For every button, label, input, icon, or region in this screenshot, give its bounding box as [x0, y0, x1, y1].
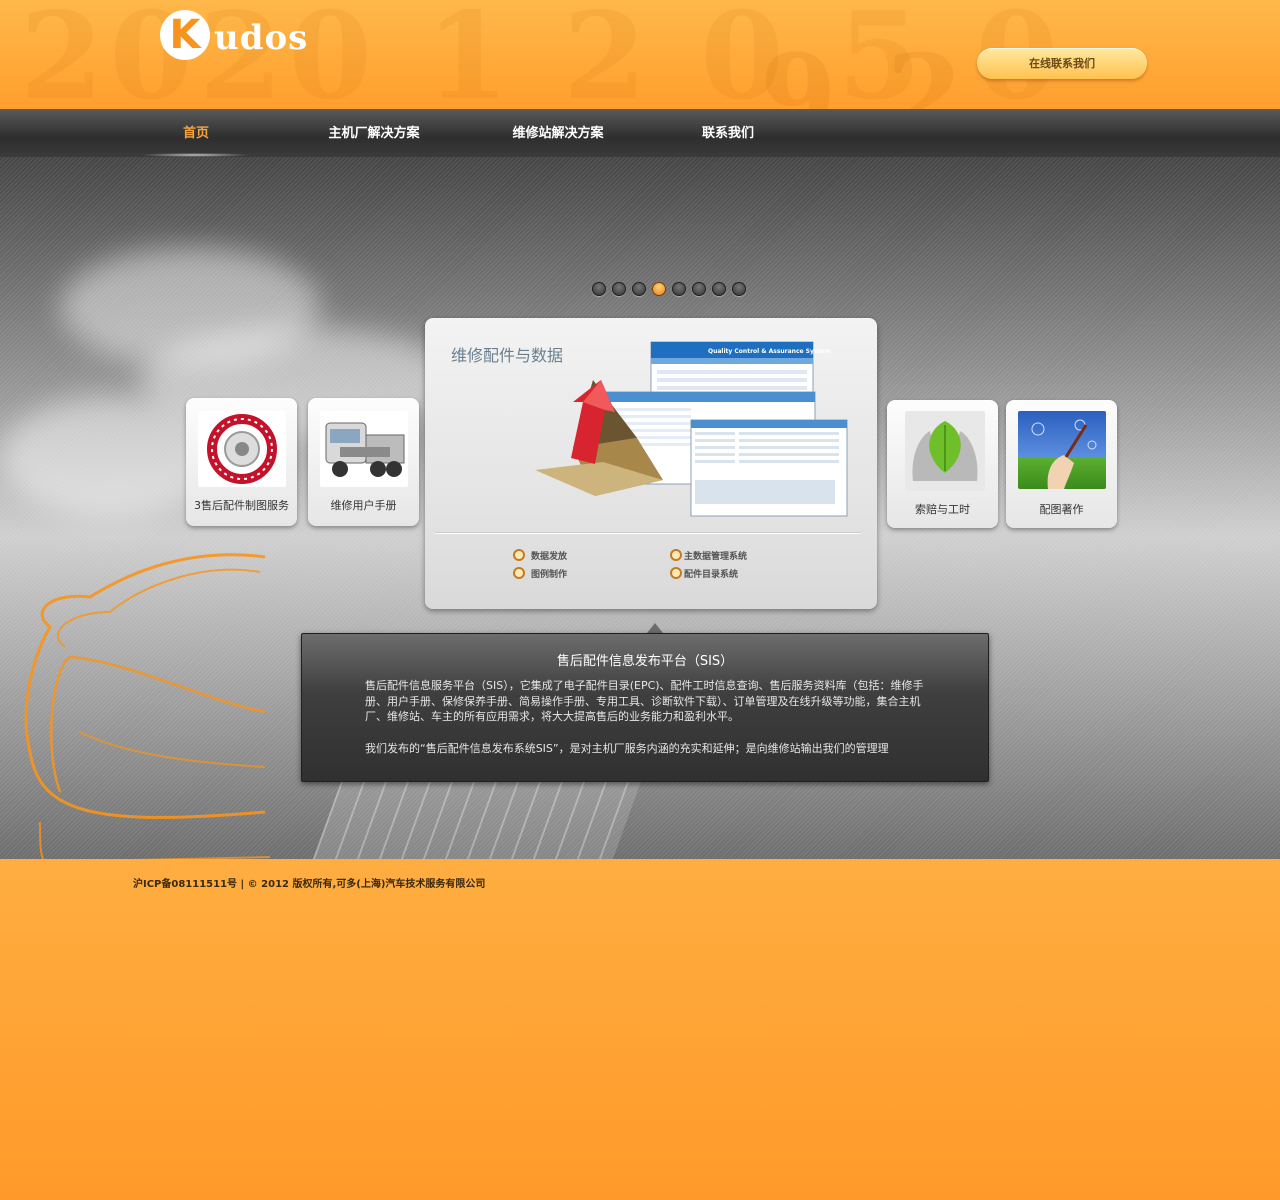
slider-dot[interactable] — [712, 282, 726, 296]
bullet-ring-icon — [670, 567, 682, 579]
main-nav: 首页 主机厂解决方案 维修站解决方案 联系我们 — [0, 109, 1280, 158]
hand-pen-image — [1018, 411, 1106, 489]
slider-dot[interactable] — [672, 282, 686, 296]
card-label: 3售后配件制图服务 — [194, 499, 289, 512]
slider-dot[interactable] — [592, 282, 606, 296]
gear-parts-image — [198, 411, 286, 487]
nav-item-repair-station-solutions[interactable]: 维修站解决方案 — [497, 109, 619, 157]
bullet-ring-icon — [513, 567, 525, 579]
screenshot-caption: Quality Control & Assurance System — [708, 348, 831, 355]
card-repair-user-manual[interactable]: 维修用户手册 — [308, 398, 419, 526]
card-parts-drawing-service[interactable]: 3售后配件制图服务 — [186, 398, 297, 526]
contact-us-online-button[interactable]: 在线联系我们 — [977, 48, 1147, 79]
tooltip-paragraph-1: 售后配件信息服务平台（SIS），它集成了电子配件目录(EPC)、配件工时信息查询… — [365, 679, 924, 723]
tooltip-paragraph-2: 我们发布的“售后配件信息发布系统SIS”，是对主机厂服务内涵的充实和延伸；是向维… — [365, 742, 889, 755]
link-label: 主数据管理系统 — [684, 552, 748, 562]
logo-k-icon: K — [160, 10, 210, 60]
kudos-logo[interactable]: K udos — [160, 10, 310, 62]
truck-cutaway-image — [320, 411, 408, 487]
link-master-data-system[interactable]: 主数据管理系统 — [670, 549, 747, 562]
link-label: 配件目录系统 — [684, 570, 739, 580]
info-tooltip: 售后配件信息发布平台（SIS） 售后配件信息服务平台（SIS），它集成了电子配件… — [301, 633, 989, 782]
tooltip-title: 售后配件信息发布平台（SIS） — [556, 654, 734, 669]
card-label: 维修用户手册 — [330, 499, 397, 512]
link-label: 数据发放 — [531, 552, 568, 562]
card-claims-and-labor-hours[interactable]: 索赔与工时 — [887, 400, 998, 528]
card-label: 配图著作 — [1039, 503, 1084, 516]
footer-copyright: 沪ICP备08111511号 | © 2012 版权所有,可多(上海)汽车技术服… — [133, 879, 486, 890]
slider-dot[interactable] — [732, 282, 746, 296]
tooltip-arrow — [647, 623, 663, 633]
car-outline-icon — [24, 553, 271, 859]
logo-text: udos — [214, 18, 309, 58]
header-decoration-2: 9 2 — [760, 30, 970, 109]
slider-dot-active[interactable] — [652, 282, 666, 296]
hands-leaf-image — [905, 411, 985, 491]
link-data-distribution[interactable]: 数据发放 — [513, 549, 567, 562]
slider-dot[interactable] — [632, 282, 646, 296]
bullet-ring-icon — [513, 549, 525, 561]
slider-dot[interactable] — [612, 282, 626, 296]
card-label: 索赔与工时 — [915, 503, 970, 516]
software-screenshots-image: Quality Control & Assurance System — [535, 341, 848, 517]
header: 2020 1 2 0 5 0 9 2 K udos 在线联系我们 — [0, 0, 1280, 109]
slider-dot[interactable] — [692, 282, 706, 296]
link-label: 图例制作 — [531, 570, 568, 580]
featured-panel: 维修配件与数据 Quality Control & Assurance Syst… — [425, 318, 877, 609]
link-parts-catalog-system[interactable]: 配件目录系统 — [670, 567, 738, 580]
bullet-ring-icon — [670, 549, 682, 561]
nav-item-contact-us[interactable]: 联系我们 — [688, 109, 768, 157]
panel-divider — [435, 532, 861, 534]
nav-item-oem-solutions[interactable]: 主机厂解决方案 — [313, 109, 435, 157]
link-illustration-making[interactable]: 图例制作 — [513, 567, 567, 580]
card-illustration-works[interactable]: 配图著作 — [1006, 400, 1117, 528]
nav-item-home[interactable]: 首页 — [150, 109, 242, 157]
